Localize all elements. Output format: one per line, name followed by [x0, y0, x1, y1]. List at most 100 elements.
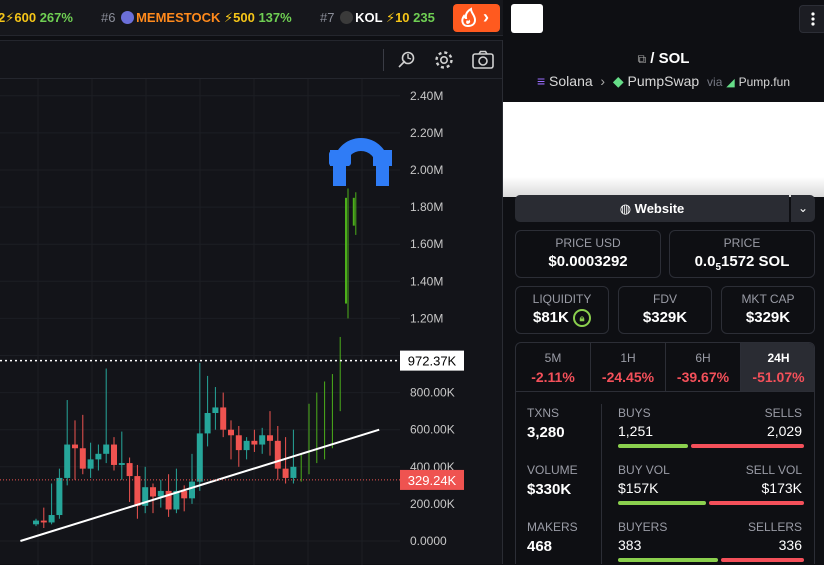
candle-body	[103, 444, 110, 454]
buyers-bar	[618, 558, 718, 562]
y-tick-label: 2.40M	[410, 89, 443, 103]
candle-body	[220, 407, 227, 430]
candle-body	[352, 197, 355, 226]
header-bar	[503, 0, 824, 40]
y-tick-label: 1.80M	[410, 200, 443, 214]
candle-body	[290, 466, 297, 478]
y-tick-label: 1.20M	[410, 311, 443, 325]
y-tick-label: 0.0000	[410, 534, 447, 548]
candle-body	[259, 435, 266, 445]
candle-body	[33, 520, 39, 525]
pair-route: ≡ Solana › ◆ PumpSwap via ◢ Pump.fun	[536, 73, 790, 89]
buy-vol-value: $157K	[618, 480, 659, 496]
candle-body	[56, 477, 63, 516]
price-usd-value: $0.0003292	[548, 253, 628, 270]
ticker-item[interactable]: #6 MEMESTOCK ⚡500 137%	[101, 10, 292, 26]
website-button[interactable]: ◍ Website	[515, 195, 789, 222]
candle-body	[111, 444, 117, 465]
volume-value: $330K	[527, 481, 572, 498]
bolt-icon: ⚡	[223, 10, 234, 25]
fdv-value: $329K	[642, 309, 688, 326]
timeframe-tabs: 5M -2.11% 1H -24.45% 6H -39.67% 24H -51.…	[515, 342, 815, 392]
y-tick-label: 1.60M	[410, 237, 443, 251]
ticker-item[interactable]: #7 KOL ⚡10 235	[320, 10, 435, 26]
pumpswap-icon: ◆	[612, 73, 624, 89]
mcap-card: MKT CAP $329K	[721, 286, 815, 334]
candle-body	[95, 453, 102, 460]
pill-icon: ◢	[726, 77, 735, 89]
candle-body	[40, 520, 47, 523]
tab-24h[interactable]: 24H -51.07%	[741, 343, 814, 391]
price-sol-value: 0.051572 SOL	[694, 253, 790, 273]
ticker-item[interactable]: 2⚡600 267%	[0, 10, 73, 26]
candle-body	[204, 413, 211, 434]
candle-body	[235, 435, 242, 451]
candle-body	[118, 463, 125, 465]
price-usd-card: PRICE USD $0.0003292	[515, 230, 661, 278]
links-row: ◍ Website ⌄	[515, 195, 815, 222]
txns-value: 3,280	[527, 424, 565, 441]
y-tick-label: 2.20M	[410, 126, 443, 140]
candle-body	[196, 433, 203, 482]
dex-link[interactable]: PumpSwap	[628, 73, 700, 89]
sells-bar	[691, 444, 804, 448]
current-price-label: 329.24K	[408, 473, 457, 488]
logo[interactable]	[511, 4, 543, 33]
y-tick-label: 800.00K	[410, 386, 455, 400]
chevron-right-icon: ›	[483, 7, 489, 27]
trending-fire-button[interactable]: ›	[453, 4, 500, 32]
candle-body	[282, 468, 289, 478]
candlestick-plot[interactable]: 2.40M2.20M2.00M1.80M1.60M1.40M1.20M1.00M…	[0, 41, 503, 565]
chevron-right-icon: ›	[596, 73, 609, 89]
buy-vol-bar	[618, 501, 706, 505]
y-tick-label: 600.00K	[410, 423, 455, 437]
candle-body	[189, 481, 195, 499]
price-sol-card: PRICE 0.051572 SOL	[669, 230, 815, 278]
sellers-value: 336	[778, 537, 802, 553]
candle-body	[212, 407, 219, 414]
chain-link[interactable]: Solana	[549, 73, 593, 89]
tab-6h[interactable]: 6H -39.67%	[666, 343, 741, 391]
reference-price-label: 972.37K	[408, 354, 457, 369]
solana-icon: ≡	[536, 73, 546, 89]
globe-icon: ◍	[619, 201, 632, 216]
tab-5m[interactable]: 5M -2.11%	[516, 343, 591, 391]
y-tick-label: 1.40M	[410, 274, 443, 288]
more-menu-button[interactable]	[799, 5, 824, 33]
liquidity-value: $81K	[532, 309, 569, 326]
candle-body	[251, 440, 258, 445]
candle-body	[72, 444, 78, 449]
candle-body	[267, 435, 273, 441]
launchpad-link[interactable]: Pump.fun	[739, 75, 790, 89]
sell-vol-value: $173K	[761, 480, 802, 496]
candle-body	[64, 444, 71, 478]
y-tick-label: 200.00K	[410, 497, 455, 511]
lock-icon[interactable]: 🔒︎	[573, 309, 592, 327]
buys-value: 1,251	[618, 423, 654, 439]
chevron-down-icon: ⌄	[797, 201, 809, 215]
makers-value: 468	[527, 538, 553, 555]
fdv-card: FDV $329K	[618, 286, 712, 334]
price-chart[interactable]: 2.40M2.20M2.00M1.80M1.60M1.40M1.20M1.00M…	[0, 40, 503, 565]
links-dropdown-button[interactable]: ⌄	[791, 195, 815, 222]
pair-token-name: / SOL	[650, 50, 690, 67]
token-avatar-icon	[340, 11, 354, 24]
candle-body	[274, 440, 281, 469]
liquidity-card: LIQUIDITY $81K 🔒︎	[515, 286, 609, 334]
candle-body	[87, 459, 94, 469]
candle-body	[157, 490, 164, 497]
sellers-bar	[721, 558, 804, 562]
candle-body	[228, 429, 234, 436]
buys-bar	[618, 444, 688, 448]
magnet-icon	[373, 150, 392, 166]
trending-ticker: 2⚡600 267% #6 MEMESTOCK ⚡500 137% #7 KOL…	[0, 0, 503, 36]
trade-stats: TXNS 3,280 BUYS 1,251 SELLS 2,029 VOLUME…	[515, 392, 815, 564]
candle-body	[150, 487, 156, 497]
tab-1h[interactable]: 1H -24.45%	[591, 343, 666, 391]
pair-header: ⧉ / SOL ≡ Solana › ◆ PumpSwap via ◢ Pump…	[503, 40, 824, 100]
mcap-value: $329K	[745, 309, 791, 326]
pair-info-panel: ⧉ / SOL ≡ Solana › ◆ PumpSwap via ◢ Pump…	[503, 40, 824, 564]
buyers-value: 383	[618, 537, 642, 553]
copy-icon[interactable]: ⧉	[638, 52, 647, 66]
fire-icon	[461, 7, 477, 28]
